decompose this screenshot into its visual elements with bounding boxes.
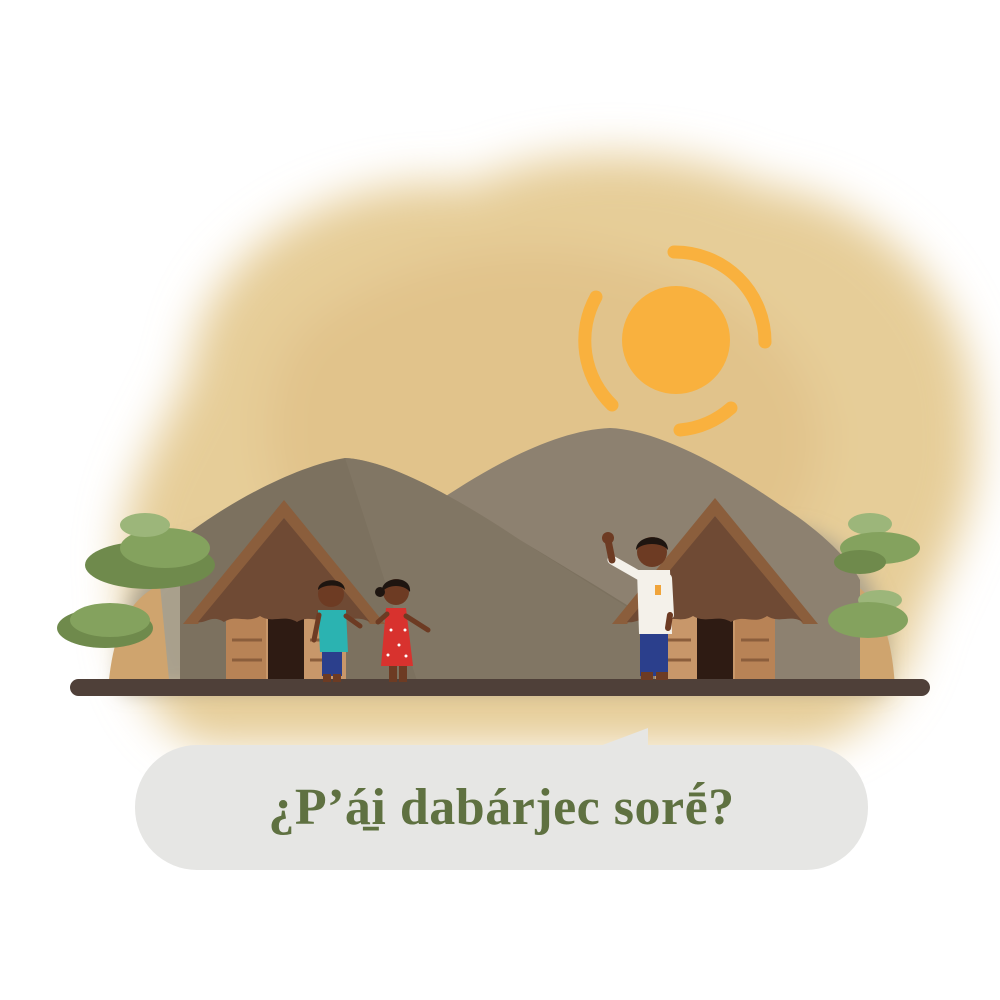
ground-line	[70, 679, 930, 696]
speech-bubble-text: ¿P’á̱i dabárjec sorḗ?	[268, 779, 735, 836]
